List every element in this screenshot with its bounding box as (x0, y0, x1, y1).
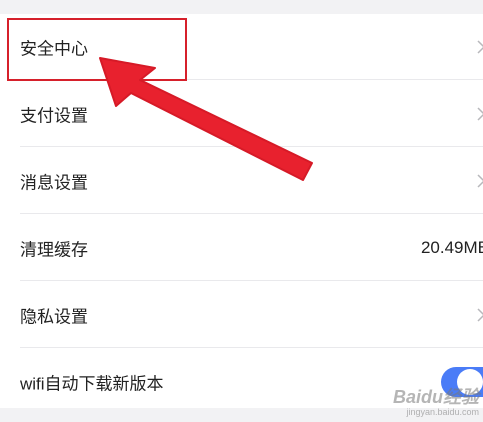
settings-item-payment[interactable]: 支付设置 (0, 81, 483, 147)
settings-item-clear-cache[interactable]: 清理缓存 20.49MB (0, 215, 483, 281)
settings-item-label: 支付设置 (20, 106, 88, 126)
row-divider (20, 146, 483, 147)
row-divider (20, 347, 483, 348)
chevron-right-icon (477, 308, 483, 322)
settings-item-label: wifi自动下载新版本 (20, 374, 164, 394)
bottom-spacer (0, 408, 483, 422)
toggle-knob (457, 369, 483, 395)
wifi-auto-download-toggle[interactable] (441, 367, 483, 397)
settings-item-wifi-auto-download: wifi自动下载新版本 (0, 349, 483, 415)
row-divider (20, 213, 483, 214)
cache-size-value: 20.49MB (420, 238, 483, 257)
chevron-right-icon (477, 40, 483, 54)
settings-item-messages[interactable]: 消息设置 (0, 148, 483, 214)
chevron-right-icon (477, 174, 483, 188)
settings-item-label: 清理缓存 (20, 240, 88, 260)
settings-item-privacy[interactable]: 隐私设置 (0, 282, 483, 348)
top-spacer (0, 0, 483, 14)
row-divider (20, 79, 483, 80)
chevron-right-icon (477, 107, 483, 121)
settings-item-label: 安全中心 (20, 39, 88, 59)
settings-item-security-center[interactable]: 安全中心 (0, 14, 483, 80)
row-divider (20, 280, 483, 281)
settings-list: 安全中心 支付设置 消息设置 清理缓存 20.49MB 隐私设置 wifi自动下… (0, 14, 483, 408)
settings-item-label: 隐私设置 (20, 307, 88, 327)
settings-item-label: 消息设置 (20, 173, 88, 193)
